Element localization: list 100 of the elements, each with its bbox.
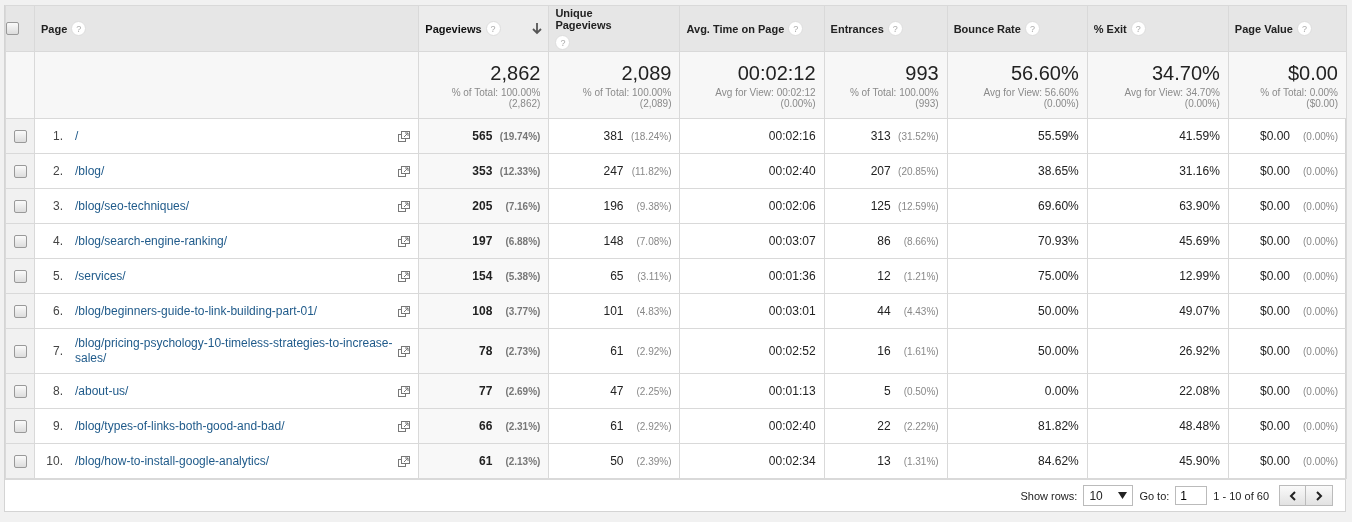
chevron-right-icon bbox=[1315, 490, 1323, 501]
table-cell: 13 bbox=[877, 454, 891, 468]
share-percent: (1.31%) bbox=[902, 456, 939, 467]
column-header[interactable]: Bounce Rate bbox=[953, 22, 1021, 35]
table-cell: 00:02:52 bbox=[768, 344, 816, 358]
table-cell: 0.00% bbox=[1044, 384, 1079, 398]
table-cell: 5 bbox=[883, 384, 891, 398]
page-link[interactable]: /about-us/ bbox=[75, 383, 397, 399]
row-number: 3. bbox=[52, 199, 63, 213]
table-cell: 61 bbox=[479, 454, 493, 468]
table-cell: 00:03:07 bbox=[768, 234, 816, 248]
open-page-icon[interactable] bbox=[398, 385, 411, 397]
table-cell: 148 bbox=[603, 234, 624, 248]
page-link[interactable]: /blog/how-to-install-google-analytics/ bbox=[75, 453, 397, 469]
row-checkbox[interactable] bbox=[13, 270, 27, 284]
total-detail: (2,089) bbox=[638, 97, 672, 109]
page-link[interactable]: /services/ bbox=[75, 268, 397, 284]
row-checkbox[interactable] bbox=[13, 385, 27, 399]
table-cell: 31.16% bbox=[1179, 164, 1220, 178]
column-header[interactable]: Unique Pageviews bbox=[555, 7, 640, 31]
row-checkbox[interactable] bbox=[13, 200, 27, 214]
next-page-button[interactable] bbox=[1306, 485, 1333, 506]
page-link[interactable]: /blog/search-engine-ranking/ bbox=[75, 233, 397, 249]
row-checkbox[interactable] bbox=[13, 420, 27, 434]
row-checkbox[interactable] bbox=[13, 345, 27, 359]
share-percent: (1.21%) bbox=[902, 271, 939, 282]
table-cell: 63.90% bbox=[1179, 199, 1220, 213]
go-to-field[interactable]: 1 bbox=[1175, 486, 1208, 505]
row-checkbox[interactable] bbox=[13, 130, 27, 144]
total-caption: Avg for View: 56.60% bbox=[982, 86, 1079, 98]
table-cell: 00:03:01 bbox=[768, 304, 816, 318]
table-cell: 61 bbox=[610, 419, 624, 433]
table-cell: 313 bbox=[870, 129, 891, 143]
open-page-icon[interactable] bbox=[398, 200, 411, 212]
table-cell: 207 bbox=[870, 164, 891, 178]
table-cell: $0.00 bbox=[1259, 129, 1290, 143]
share-percent: (18.24%) bbox=[629, 131, 672, 142]
table-cell: $0.00 bbox=[1259, 234, 1290, 248]
table-cell: 66 bbox=[479, 419, 493, 433]
row-checkbox[interactable] bbox=[13, 305, 27, 319]
row-checkbox[interactable] bbox=[13, 235, 27, 249]
open-page-icon[interactable] bbox=[398, 130, 411, 142]
table-cell: 00:02:06 bbox=[768, 199, 816, 213]
rows-dropdown[interactable]: 10 bbox=[1083, 485, 1134, 506]
table-cell: 41.59% bbox=[1179, 129, 1220, 143]
total-value: 2,862 bbox=[489, 61, 541, 85]
share-percent: (2.31%) bbox=[504, 421, 541, 432]
column-header[interactable]: Page Value bbox=[1234, 22, 1293, 35]
table-cell: 49.07% bbox=[1179, 304, 1220, 318]
open-page-icon[interactable] bbox=[398, 305, 411, 317]
column-header[interactable]: Entrances bbox=[830, 22, 884, 35]
page-link[interactable]: /blog/pricing-psychology-10-timeless-strategies-to-increase-sales/ bbox=[75, 336, 397, 366]
open-page-icon[interactable] bbox=[398, 345, 411, 357]
share-percent: (0.00%) bbox=[1302, 346, 1338, 357]
share-percent: (19.74%) bbox=[498, 131, 541, 142]
open-page-icon[interactable] bbox=[398, 420, 411, 432]
row-checkbox[interactable] bbox=[13, 165, 27, 179]
total-value: 00:02:12 bbox=[736, 61, 816, 85]
share-percent: (2.39%) bbox=[635, 456, 672, 467]
table-cell: 22 bbox=[877, 419, 891, 433]
column-header[interactable]: Page bbox=[41, 22, 68, 35]
table-cell: 197 bbox=[472, 234, 493, 248]
total-caption: % of Total: 100.00% bbox=[581, 86, 672, 98]
open-page-icon[interactable] bbox=[398, 165, 411, 177]
total-detail: (2,862) bbox=[507, 97, 541, 109]
share-percent: (2.73%) bbox=[504, 346, 541, 357]
column-header[interactable]: Avg. Time on Page bbox=[686, 22, 785, 35]
page-link[interactable]: /blog/seo-techniques/ bbox=[75, 198, 397, 214]
table-cell: 70.93% bbox=[1038, 234, 1079, 248]
open-page-icon[interactable] bbox=[398, 455, 411, 467]
open-page-icon[interactable] bbox=[398, 270, 411, 282]
total-detail: (993) bbox=[914, 97, 939, 109]
page-link[interactable]: / bbox=[75, 128, 397, 144]
share-percent: (0.00%) bbox=[1302, 306, 1338, 317]
table-cell: 00:01:13 bbox=[768, 384, 816, 398]
column-header[interactable]: % Exit bbox=[1093, 22, 1127, 35]
share-percent: (4.43%) bbox=[902, 306, 939, 317]
table-cell: 55.59% bbox=[1038, 129, 1079, 143]
table-cell: 86 bbox=[877, 234, 891, 248]
share-percent: (3.77%) bbox=[504, 306, 541, 317]
previous-page-button[interactable] bbox=[1279, 485, 1306, 506]
page-link[interactable]: /blog/beginners-guide-to-link-building-part-01/ bbox=[75, 303, 397, 319]
open-page-icon[interactable] bbox=[398, 235, 411, 247]
table-cell: 154 bbox=[472, 269, 493, 283]
page-link[interactable]: /blog/types-of-links-both-good-and-bad/ bbox=[75, 418, 397, 434]
table-cell: 26.92% bbox=[1179, 344, 1220, 358]
column-header[interactable]: Pageviews bbox=[425, 22, 482, 35]
total-caption: Avg for View: 34.70% bbox=[1123, 86, 1220, 98]
table-cell: 50 bbox=[610, 454, 624, 468]
table-cell: 125 bbox=[870, 199, 891, 213]
table-cell: 48.48% bbox=[1179, 419, 1220, 433]
select-all-checkbox[interactable] bbox=[6, 22, 19, 36]
share-percent: (0.00%) bbox=[1302, 236, 1338, 247]
share-percent: (0.00%) bbox=[1302, 131, 1338, 142]
page-link[interactable]: /blog/ bbox=[75, 163, 397, 179]
table-cell: 78 bbox=[479, 344, 493, 358]
table-cell: 00:02:16 bbox=[768, 129, 816, 143]
row-checkbox[interactable] bbox=[13, 455, 27, 469]
table-cell: $0.00 bbox=[1259, 304, 1290, 318]
table-cell: $0.00 bbox=[1259, 344, 1290, 358]
